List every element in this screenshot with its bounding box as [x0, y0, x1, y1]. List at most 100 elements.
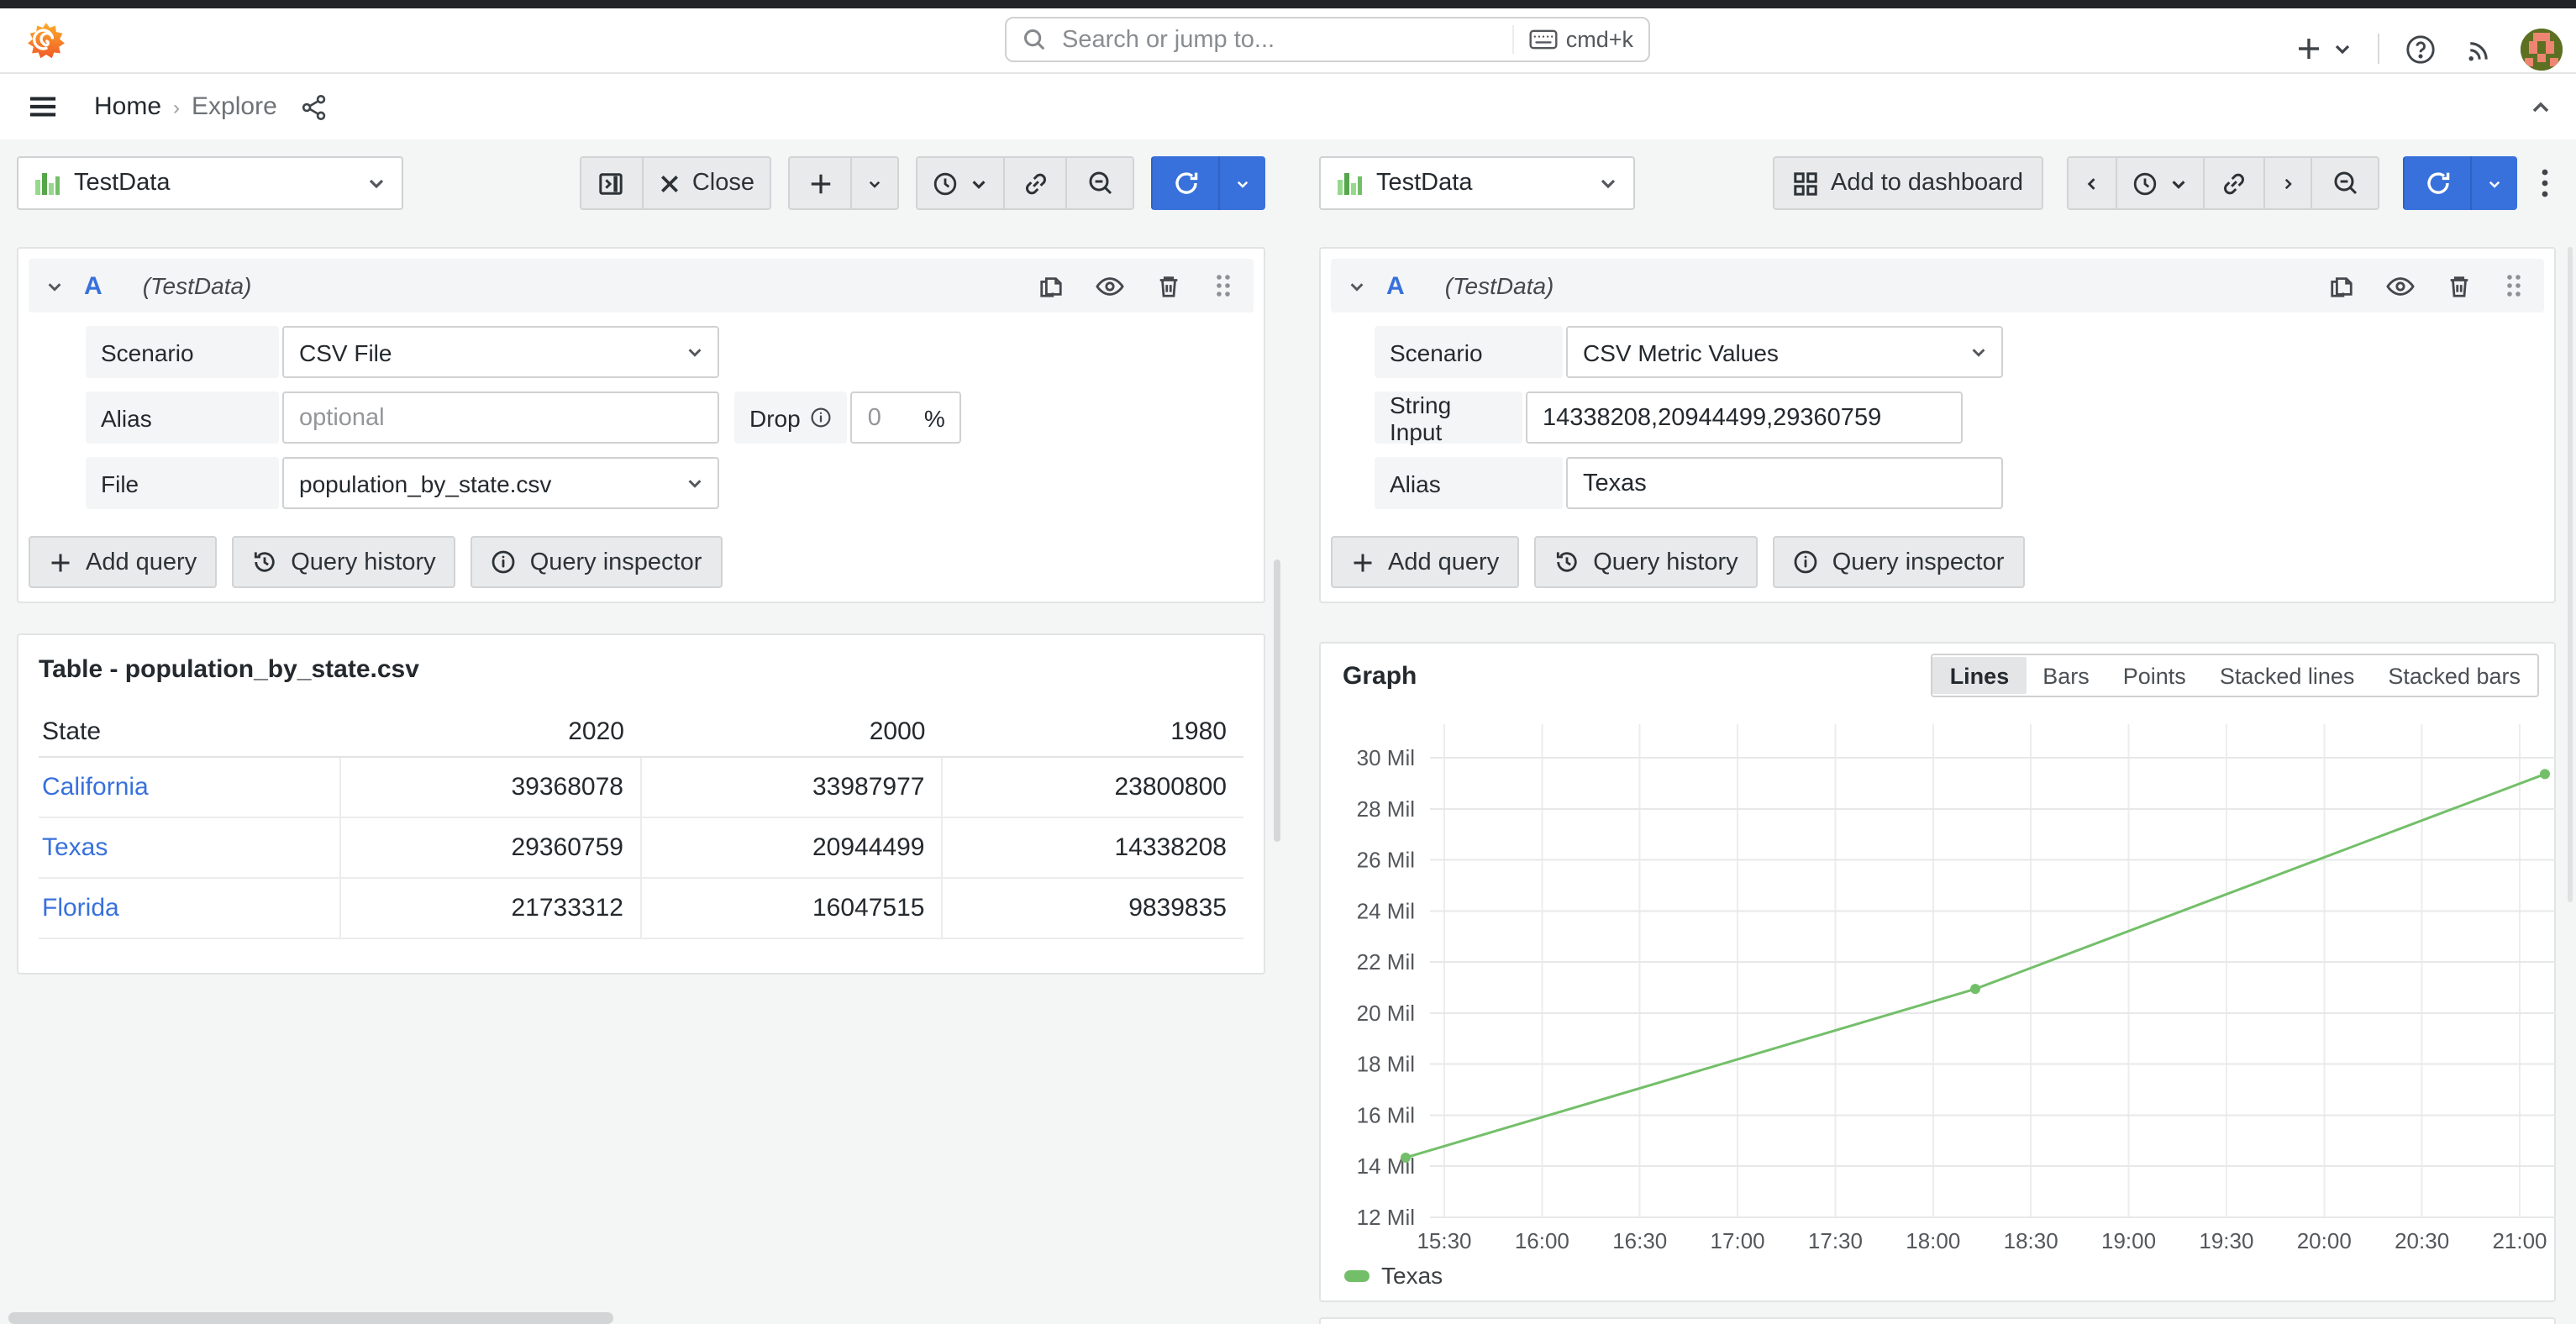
zoom-out-time-button[interactable]: [2311, 158, 2378, 208]
query-inspector-button[interactable]: Query inspector: [471, 536, 723, 588]
svg-text:16 Mil: 16 Mil: [1357, 1102, 1415, 1127]
time-picker-button[interactable]: [2116, 158, 2203, 208]
top-bar: cmd+k: [0, 8, 2576, 74]
query-datasource-hint: (TestData): [1445, 272, 1554, 299]
query-history-button[interactable]: Query history: [1534, 536, 1758, 588]
add-to-dashboard-button[interactable]: Add to dashboard: [1772, 156, 2043, 210]
time-shift-back-button[interactable]: [2069, 158, 2116, 208]
graph-panel: 15:3016:0016:3017:0017:3018:0018:3019:00…: [1319, 642, 2556, 1302]
alias-row: Alias: [1375, 457, 2544, 509]
add-button[interactable]: [790, 158, 850, 208]
alias-input-wrap: [1566, 457, 2003, 509]
share-shortcut-button[interactable]: [297, 90, 331, 123]
split-pane-resizer[interactable]: [1274, 560, 1280, 842]
left-query-row-header[interactable]: A (TestData): [29, 259, 1254, 313]
drag-query-handle[interactable]: [1210, 269, 1237, 302]
chevron-down-icon: [2332, 39, 2353, 59]
news-button[interactable]: [2462, 30, 2499, 67]
pane-menu-button[interactable]: [2534, 168, 2556, 198]
column-header-1980[interactable]: 1980: [943, 707, 1244, 757]
run-query-interval-button[interactable]: [1218, 156, 1265, 210]
time-shift-forward-button[interactable]: [2263, 158, 2311, 208]
run-query-button[interactable]: [2403, 156, 2470, 210]
drop-percent-input[interactable]: [868, 404, 908, 431]
breadcrumb-home[interactable]: Home: [94, 92, 161, 121]
close-split-button[interactable]: Close: [642, 158, 770, 208]
scenario-row: Scenario CSV File: [86, 326, 1254, 378]
collapse-query-icon[interactable]: [1348, 276, 1366, 295]
duplicate-query-button[interactable]: [1035, 270, 1067, 302]
zoom-out-time-button[interactable]: [1065, 158, 1133, 208]
state-link[interactable]: Texas: [42, 833, 108, 862]
run-query-interval-button[interactable]: [2470, 156, 2517, 210]
search-bar: cmd+k: [1005, 17, 1650, 62]
menu-toggle-button[interactable]: [25, 91, 60, 123]
drag-query-handle[interactable]: [2500, 269, 2527, 302]
cell-1980: 9839835: [943, 878, 1244, 938]
scenario-select[interactable]: CSV Metric Values: [1566, 326, 2003, 378]
disable-query-button[interactable]: [2383, 270, 2418, 302]
state-link[interactable]: Florida: [42, 894, 119, 922]
sync-timeranges-button[interactable]: [1003, 158, 1065, 208]
search-input[interactable]: [1059, 24, 1512, 55]
column-header-2000[interactable]: 2000: [641, 707, 943, 757]
right-query-row-header[interactable]: A (TestData): [1331, 259, 2544, 313]
info-circle-icon: [492, 549, 517, 575]
copy-icon: [2329, 273, 2354, 298]
disable-query-button[interactable]: [1092, 270, 1128, 302]
mode-points[interactable]: Points: [2106, 657, 2203, 694]
user-avatar[interactable]: [2521, 28, 2563, 70]
string-input[interactable]: [1543, 404, 1946, 431]
widen-pane-button[interactable]: [581, 158, 642, 208]
keyboard-icon: [1529, 29, 1558, 50]
cell-2020: 21733312: [340, 878, 642, 938]
collapse-query-icon[interactable]: [45, 276, 64, 295]
scenario-label: Scenario: [1375, 326, 1563, 378]
remove-query-button[interactable]: [1153, 270, 1185, 302]
alias-input[interactable]: [1583, 470, 1986, 496]
right-datasource-picker[interactable]: TestData: [1319, 156, 1635, 210]
close-icon: [659, 172, 681, 194]
column-header-state[interactable]: State: [39, 707, 340, 757]
query-inspector-button[interactable]: Query inspector: [1774, 536, 2025, 588]
table-row: California 39368078 33987977 23800800: [39, 757, 1243, 817]
sync-timeranges-button[interactable]: [2203, 158, 2263, 208]
breadcrumb-current[interactable]: Explore: [192, 92, 277, 121]
left-datasource-picker[interactable]: TestData: [17, 156, 403, 210]
query-history-button[interactable]: Query history: [232, 536, 455, 588]
right-query-editor-card: A (TestData) Scenario CSV Metric Values: [1319, 247, 2556, 603]
mode-lines[interactable]: Lines: [1933, 657, 2027, 694]
mode-stacked-bars[interactable]: Stacked bars: [2371, 657, 2537, 694]
vertical-scrollbar-thumb[interactable]: [2568, 247, 2573, 902]
mode-stacked-lines[interactable]: Stacked lines: [2203, 657, 2372, 694]
new-dropdown-button[interactable]: [2292, 32, 2356, 66]
add-query-button[interactable]: Add query: [29, 536, 217, 588]
rss-icon: [2465, 34, 2495, 64]
column-header-2020[interactable]: 2020: [340, 707, 642, 757]
query-ref-id: A: [84, 271, 103, 300]
scenario-select[interactable]: CSV File: [282, 326, 719, 378]
help-button[interactable]: [2401, 29, 2440, 68]
remove-query-button[interactable]: [2443, 270, 2475, 302]
duplicate-query-button[interactable]: [2326, 270, 2358, 302]
horizontal-scrollbar-thumb[interactable]: [8, 1312, 613, 1324]
mode-bars[interactable]: Bars: [2026, 657, 2106, 694]
table-row: Florida 21733312 16047515 9839835: [39, 878, 1243, 938]
line-chart[interactable]: 15:3016:0016:3017:0017:3018:0018:3019:00…: [1321, 644, 2558, 1304]
legend-series-label[interactable]: Texas: [1381, 1262, 1443, 1289]
run-query-button[interactable]: [1151, 156, 1218, 210]
right-query-rows: Scenario CSV Metric Values String Input: [1375, 326, 2544, 509]
grafana-logo-icon[interactable]: [24, 18, 69, 63]
alias-input[interactable]: [299, 404, 702, 431]
state-link[interactable]: California: [42, 773, 149, 801]
time-picker-button[interactable]: [917, 158, 1003, 208]
svg-text:19:30: 19:30: [2199, 1228, 2253, 1253]
collapse-toolbar-button[interactable]: [2526, 92, 2556, 122]
add-dropdown-button[interactable]: [850, 158, 897, 208]
left-run-query-split-button: [1151, 156, 1265, 210]
left-query-rows: Scenario CSV File Alias Drop: [86, 326, 1254, 509]
testdata-datasource-icon: [1336, 170, 1363, 197]
right-run-query-split-button: [2403, 156, 2517, 210]
add-query-button[interactable]: Add query: [1331, 536, 1519, 588]
file-select[interactable]: population_by_state.csv: [282, 457, 719, 509]
